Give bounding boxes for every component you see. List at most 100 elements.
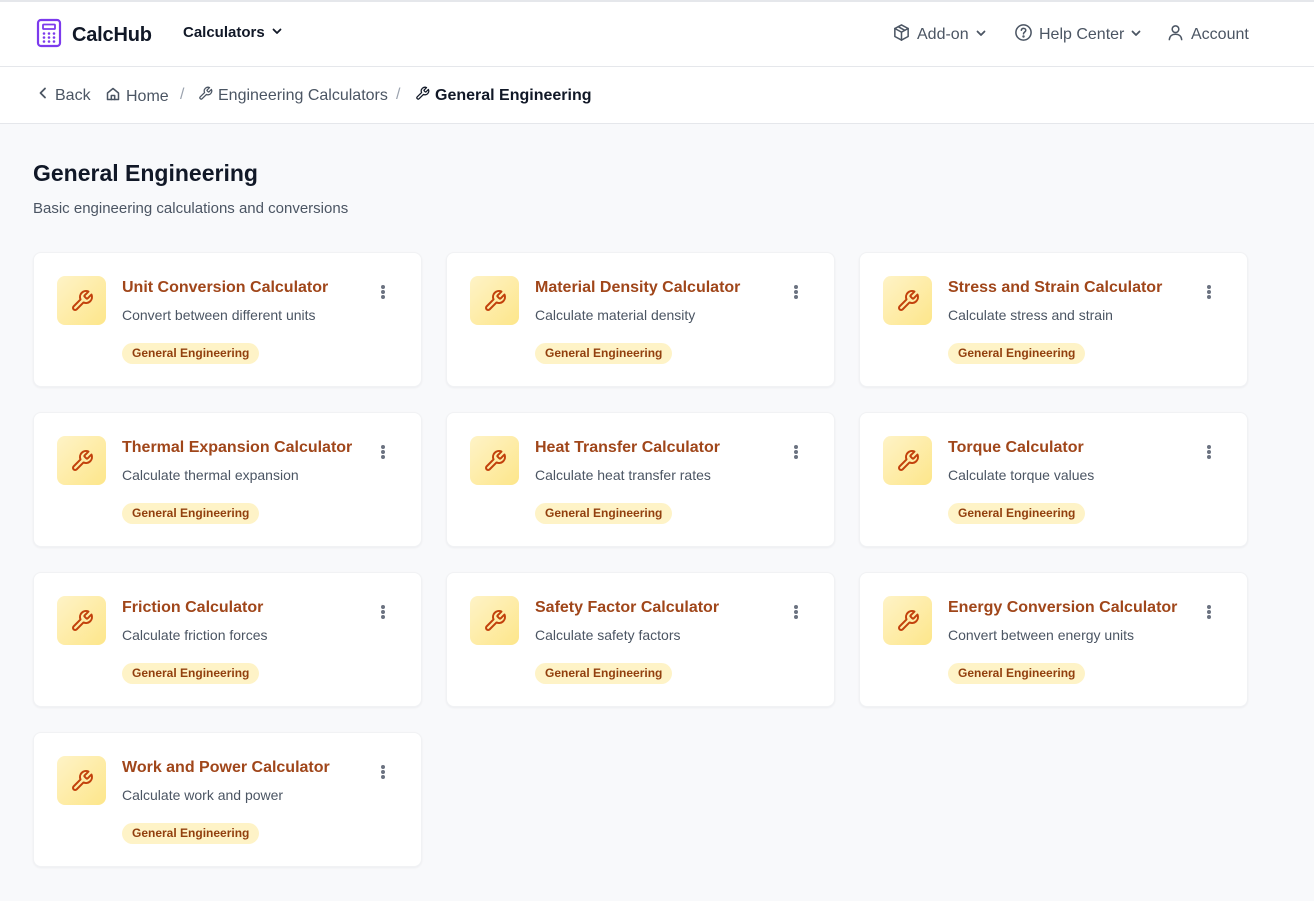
help-center-menu[interactable]: Help Center — [1014, 23, 1142, 47]
card-title[interactable]: Stress and Strain Calculator — [948, 279, 1162, 297]
card-icon-tile — [470, 596, 519, 645]
calculator-card[interactable]: Energy Conversion Calculator Convert bet… — [859, 572, 1248, 707]
calculator-card[interactable]: Thermal Expansion Calculator Calculate t… — [33, 412, 422, 547]
card-title[interactable]: Unit Conversion Calculator — [122, 279, 328, 297]
category-tag: General Engineering — [122, 503, 260, 524]
card-title[interactable]: Work and Power Calculator — [122, 759, 330, 777]
calculator-card[interactable]: Safety Factor Calculator Calculate safet… — [446, 572, 835, 707]
breadcrumb-home[interactable]: Home — [105, 86, 169, 107]
account-label: Account — [1191, 26, 1249, 43]
account-menu[interactable]: Account — [1166, 23, 1249, 47]
more-options-icon[interactable] — [788, 601, 804, 623]
breadcrumb-separator: / — [396, 86, 401, 103]
card-title[interactable]: Safety Factor Calculator — [535, 599, 719, 617]
category-tag: General Engineering — [122, 343, 260, 364]
chevron-down-icon — [1130, 26, 1142, 44]
help-center-label: Help Center — [1039, 26, 1125, 43]
card-icon-tile — [57, 596, 106, 645]
more-options-icon[interactable] — [375, 441, 391, 463]
card-description: Convert between energy units — [948, 627, 1134, 643]
card-title[interactable]: Torque Calculator — [948, 439, 1084, 457]
app-name: CalcHub — [72, 24, 152, 46]
more-options-icon[interactable] — [1201, 441, 1217, 463]
logo[interactable]: CalcHub — [36, 18, 152, 53]
card-description: Convert between different units — [122, 307, 316, 323]
calculator-card[interactable]: Torque Calculator Calculate torque value… — [859, 412, 1248, 547]
card-description: Calculate torque values — [948, 467, 1095, 483]
calculator-card[interactable]: Work and Power Calculator Calculate work… — [33, 732, 422, 867]
back-button[interactable]: Back — [36, 86, 91, 105]
card-title[interactable]: Heat Transfer Calculator — [535, 439, 720, 457]
card-icon-tile — [470, 436, 519, 485]
card-title[interactable]: Material Density Calculator — [535, 279, 740, 297]
calculators-menu[interactable]: Calculators — [183, 24, 283, 41]
card-description: Calculate safety factors — [535, 627, 681, 643]
card-icon-tile — [883, 436, 932, 485]
chevron-down-icon — [975, 26, 987, 44]
breadcrumb-engineering[interactable]: Engineering Calculators — [198, 86, 388, 106]
category-tag: General Engineering — [535, 503, 673, 524]
card-description: Calculate material density — [535, 307, 696, 323]
card-title[interactable]: Thermal Expansion Calculator — [122, 439, 352, 457]
wrench-icon — [415, 86, 430, 106]
wrench-icon — [897, 289, 919, 311]
more-options-icon[interactable] — [1201, 281, 1217, 303]
category-tag: General Engineering — [535, 663, 673, 684]
card-title[interactable]: Energy Conversion Calculator — [948, 599, 1177, 617]
calculator-card[interactable]: Unit Conversion Calculator Convert betwe… — [33, 252, 422, 387]
breadcrumb-current: General Engineering — [415, 86, 591, 106]
card-icon-tile — [883, 596, 932, 645]
page-title: General Engineering — [33, 160, 258, 186]
wrench-icon — [897, 449, 919, 471]
breadcrumb-home-label: Home — [126, 87, 169, 105]
category-tag: General Engineering — [948, 663, 1086, 684]
wrench-icon — [71, 449, 93, 471]
page-subtitle: Basic engineering calculations and conve… — [33, 200, 349, 217]
card-icon-tile — [470, 276, 519, 325]
calculator-icon — [36, 18, 62, 53]
wrench-icon — [71, 289, 93, 311]
card-icon-tile — [57, 436, 106, 485]
more-options-icon[interactable] — [375, 761, 391, 783]
category-tag: General Engineering — [122, 823, 260, 844]
card-description: Calculate friction forces — [122, 627, 268, 643]
home-icon — [105, 86, 121, 107]
wrench-icon — [71, 609, 93, 631]
wrench-icon — [484, 449, 506, 471]
card-title[interactable]: Friction Calculator — [122, 599, 263, 617]
more-options-icon[interactable] — [375, 601, 391, 623]
calculators-menu-label: Calculators — [183, 24, 265, 41]
breadcrumb: Back Home / Engineering Calculators / Ge… — [0, 67, 1314, 124]
help-circle-icon — [1014, 23, 1033, 47]
package-icon — [892, 23, 911, 47]
calculator-card[interactable]: Material Density Calculator Calculate ma… — [446, 252, 835, 387]
calculator-card[interactable]: Stress and Strain Calculator Calculate s… — [859, 252, 1248, 387]
category-tag: General Engineering — [948, 343, 1086, 364]
more-options-icon[interactable] — [788, 281, 804, 303]
category-tag: General Engineering — [948, 503, 1086, 524]
wrench-icon — [897, 609, 919, 631]
card-description: Calculate work and power — [122, 787, 284, 803]
calculator-card[interactable]: Friction Calculator Calculate friction f… — [33, 572, 422, 707]
wrench-icon — [71, 769, 93, 791]
card-icon-tile — [57, 276, 106, 325]
chevron-down-icon — [271, 24, 283, 41]
card-description: Calculate heat transfer rates — [535, 467, 711, 483]
more-options-icon[interactable] — [788, 441, 804, 463]
card-icon-tile — [883, 276, 932, 325]
wrench-icon — [198, 86, 213, 106]
addon-menu-label: Add-on — [917, 26, 969, 43]
wrench-icon — [484, 609, 506, 631]
breadcrumb-current-label: General Engineering — [435, 87, 592, 104]
user-icon — [1166, 23, 1185, 47]
breadcrumb-engineering-label: Engineering Calculators — [218, 87, 388, 104]
category-tag: General Engineering — [535, 343, 673, 364]
chevron-left-icon — [36, 86, 50, 105]
wrench-icon — [484, 289, 506, 311]
more-options-icon[interactable] — [375, 281, 391, 303]
addon-menu[interactable]: Add-on — [892, 23, 987, 47]
top-navbar: CalcHub Calculators Add-on Help Center A… — [0, 2, 1314, 67]
calculator-card[interactable]: Heat Transfer Calculator Calculate heat … — [446, 412, 835, 547]
more-options-icon[interactable] — [1201, 601, 1217, 623]
breadcrumb-separator: / — [180, 86, 185, 103]
